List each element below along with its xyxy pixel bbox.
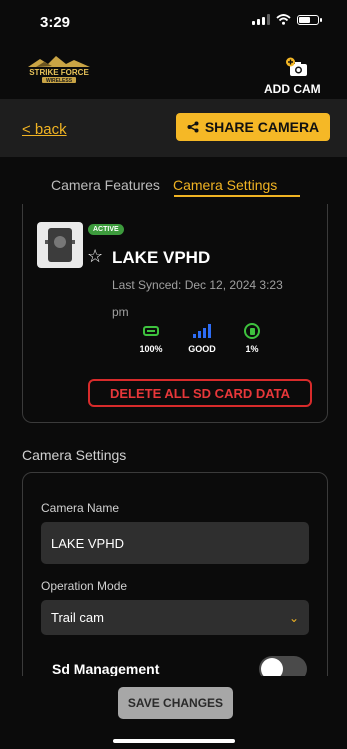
share-icon [187, 121, 199, 133]
battery-stat: 100% [131, 320, 171, 354]
signal-bars-icon [193, 324, 211, 338]
svg-text:STRIKE FORCE: STRIKE FORCE [29, 68, 89, 77]
sd-management-label: Sd Management [52, 661, 160, 677]
chevron-down-icon: ⌄ [288, 610, 299, 625]
operation-mode-label: Operation Mode [41, 579, 128, 593]
share-camera-button[interactable]: SHARE CAMERA [176, 113, 330, 141]
back-link[interactable]: < back [22, 121, 67, 138]
status-time: 3:29 [40, 14, 71, 31]
add-cam-label[interactable]: ADD CAM [264, 82, 321, 96]
delete-sd-card-data-button[interactable]: DELETE ALL SD CARD DATA [88, 379, 312, 407]
wifi-icon [276, 14, 291, 25]
camera-name-title: LAKE VPHD [112, 248, 211, 267]
tab-camera-features[interactable]: Camera Features [51, 177, 160, 193]
battery-value: 100% [139, 344, 163, 354]
operation-mode-select[interactable]: Trail cam ⌄ [41, 600, 309, 635]
battery-icon [297, 14, 322, 25]
battery-level-icon [143, 326, 159, 336]
share-camera-label: SHARE CAMERA [204, 119, 320, 135]
status-badge: ACTIVE [88, 224, 124, 235]
sd-card-value: 1% [245, 344, 259, 354]
sd-card-stat: 1% [232, 320, 272, 354]
save-changes-button[interactable]: SAVE CHANGES [118, 687, 233, 719]
svg-text:WIRELESS: WIRELESS [46, 78, 73, 84]
sd-card-icon [244, 323, 260, 339]
camera-name-label: Camera Name [41, 501, 120, 515]
tab-camera-settings[interactable]: Camera Settings [173, 177, 277, 193]
camera-plus-icon[interactable] [286, 57, 308, 77]
active-tab-underline [174, 195, 300, 197]
signal-value: GOOD [188, 344, 216, 354]
last-synced-text: Last Synced: Dec 12, 2024 3:23 pm [112, 278, 283, 319]
signal-stat: GOOD [182, 320, 222, 354]
home-indicator [113, 739, 235, 743]
settings-section-title: Camera Settings [22, 447, 127, 463]
status-icons [252, 14, 322, 25]
star-icon[interactable]: ☆ [87, 246, 103, 267]
camera-thumbnail [37, 222, 83, 268]
cellular-signal-icon [252, 14, 270, 25]
strike-force-logo: STRIKE FORCE WIRELESS [28, 56, 90, 84]
operation-mode-value: Trail cam [51, 610, 104, 625]
camera-name-input[interactable] [41, 522, 309, 564]
